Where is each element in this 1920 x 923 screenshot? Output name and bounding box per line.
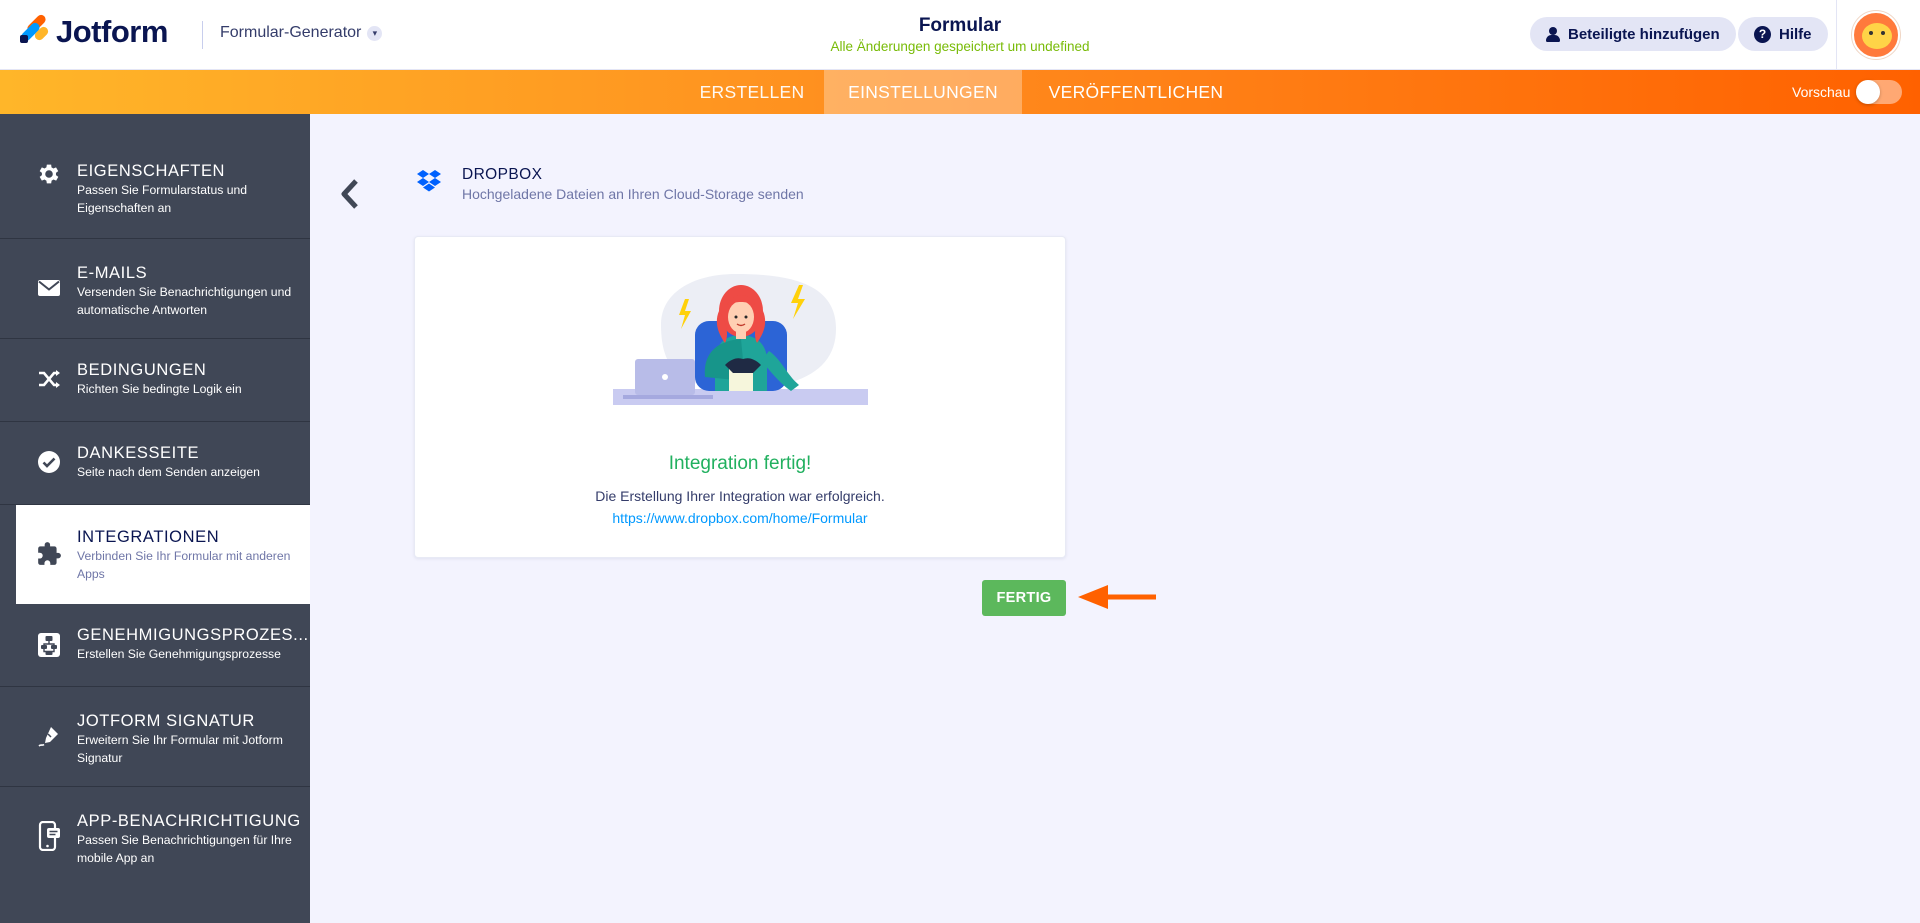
sidebar-item-desc: Verbinden Sie Ihr Formular mit anderen A…: [77, 549, 291, 581]
integration-success-card: Integration fertig! Die Erstellung Ihrer…: [414, 236, 1066, 558]
help-button[interactable]: ? Hilfe: [1738, 17, 1828, 51]
main-navbar: ERSTELLEN EINSTELLUNGEN VERÖFFENTLICHEN: [0, 70, 1920, 114]
sidebar-item-desc: Versenden Sie Benachrichtigungen und aut…: [77, 285, 292, 317]
sidebar-item-dankesseite[interactable]: DANKESSEITE Seite nach dem Senden anzeig…: [0, 422, 310, 505]
preview-toggle[interactable]: [1856, 80, 1902, 104]
sidebar-item-desc: Passen Sie Formularstatus und Eigenschaf…: [77, 183, 248, 215]
sidebar-item-title: GENEHMIGUNGSPROZES...: [77, 626, 309, 644]
help-label: Hilfe: [1779, 25, 1812, 43]
sidebar-item-app-benachrichtigung[interactable]: APP-BENACHRICHTIGUNG Passen Sie Benachri…: [0, 787, 310, 887]
chevron-left-icon: [341, 179, 358, 209]
add-participants-label: Beteiligte hinzufügen: [1568, 25, 1720, 43]
done-button[interactable]: FERTIG: [982, 580, 1066, 616]
arrow-left-icon: [1076, 581, 1156, 613]
sidebar-item-emails[interactable]: E-MAILS Versenden Sie Benachrichtigungen…: [0, 239, 310, 339]
settings-sidebar: EIGENSCHAFTEN Passen Sie Formularstatus …: [0, 114, 310, 923]
sidebar-item-title: EIGENSCHAFTEN: [77, 162, 226, 180]
sidebar-item-title: INTEGRATIONEN: [77, 528, 220, 546]
preview-label: Vorschau: [1792, 84, 1851, 100]
integration-subtitle: Hochgeladene Dateien an Ihren Cloud-Stor…: [462, 186, 804, 202]
dropbox-icon: [416, 169, 442, 193]
integration-title: DROPBOX: [462, 166, 543, 183]
back-button[interactable]: [336, 176, 364, 212]
sidebar-item-bedingungen[interactable]: BEDINGUNGEN Richten Sie bedingte Logik e…: [0, 339, 310, 422]
sidebar-item-desc: Seite nach dem Senden anzeigen: [77, 465, 260, 479]
sidebar-item-desc: Erstellen Sie Genehmigungsprozesse: [77, 647, 281, 661]
shuffle-icon: [36, 366, 62, 392]
success-illustration: [613, 269, 893, 405]
sidebar-item-integrationen[interactable]: INTEGRATIONEN Verbinden Sie Ihr Formular…: [16, 505, 310, 604]
dropbox-folder-link[interactable]: https://www.dropbox.com/home/Formular: [415, 510, 1065, 526]
help-icon: ?: [1754, 25, 1771, 43]
sidebar-item-desc: Passen Sie Benachrichtigungen für Ihre m…: [77, 833, 292, 865]
sidebar-item-desc: Richten Sie bedingte Logik ein: [77, 382, 242, 396]
tab-einstellungen[interactable]: EINSTELLUNGEN: [824, 70, 1022, 114]
envelope-icon: [36, 275, 62, 301]
sidebar-item-title: BEDINGUNGEN: [77, 361, 207, 379]
top-header: Jotform Formular-Generator ▾ Formular Al…: [0, 0, 1920, 70]
puzzle-icon: [36, 541, 62, 567]
gear-icon: [36, 161, 62, 187]
mobile-notification-icon: [36, 821, 62, 851]
sidebar-item-title: E-MAILS: [77, 264, 148, 282]
user-icon: [1546, 26, 1560, 42]
check-circle-icon: [36, 449, 62, 475]
add-participants-button[interactable]: Beteiligte hinzufügen: [1530, 17, 1736, 51]
success-text: Die Erstellung Ihrer Integration war erf…: [595, 488, 885, 504]
tab-erstellen[interactable]: ERSTELLEN: [680, 70, 824, 114]
header-divider: [1836, 0, 1837, 70]
sidebar-item-title: DANKESSEITE: [77, 444, 200, 462]
success-title: Integration fertig!: [668, 453, 812, 474]
avatar-face: [1862, 23, 1892, 49]
sidebar-item-genehmigungsprozesse[interactable]: GENEHMIGUNGSPROZES... Erstellen Sie Gene…: [0, 604, 310, 687]
sidebar-item-desc: Erweitern Sie Ihr Formular mit Jotform S…: [77, 733, 283, 765]
workflow-icon: [36, 632, 62, 658]
sidebar-item-title: APP-BENACHRICHTIGUNG: [77, 812, 301, 830]
signature-pen-icon: [36, 723, 62, 749]
sidebar-item-eigenschaften[interactable]: EIGENSCHAFTEN Passen Sie Formularstatus …: [0, 114, 310, 239]
sidebar-item-jotform-signatur[interactable]: JOTFORM SIGNATUR Erweitern Sie Ihr Formu…: [0, 687, 310, 787]
tab-veroeffentlichen[interactable]: VERÖFFENTLICHEN: [1022, 70, 1250, 114]
sidebar-item-title: JOTFORM SIGNATUR: [77, 712, 255, 730]
avatar[interactable]: [1852, 11, 1900, 59]
